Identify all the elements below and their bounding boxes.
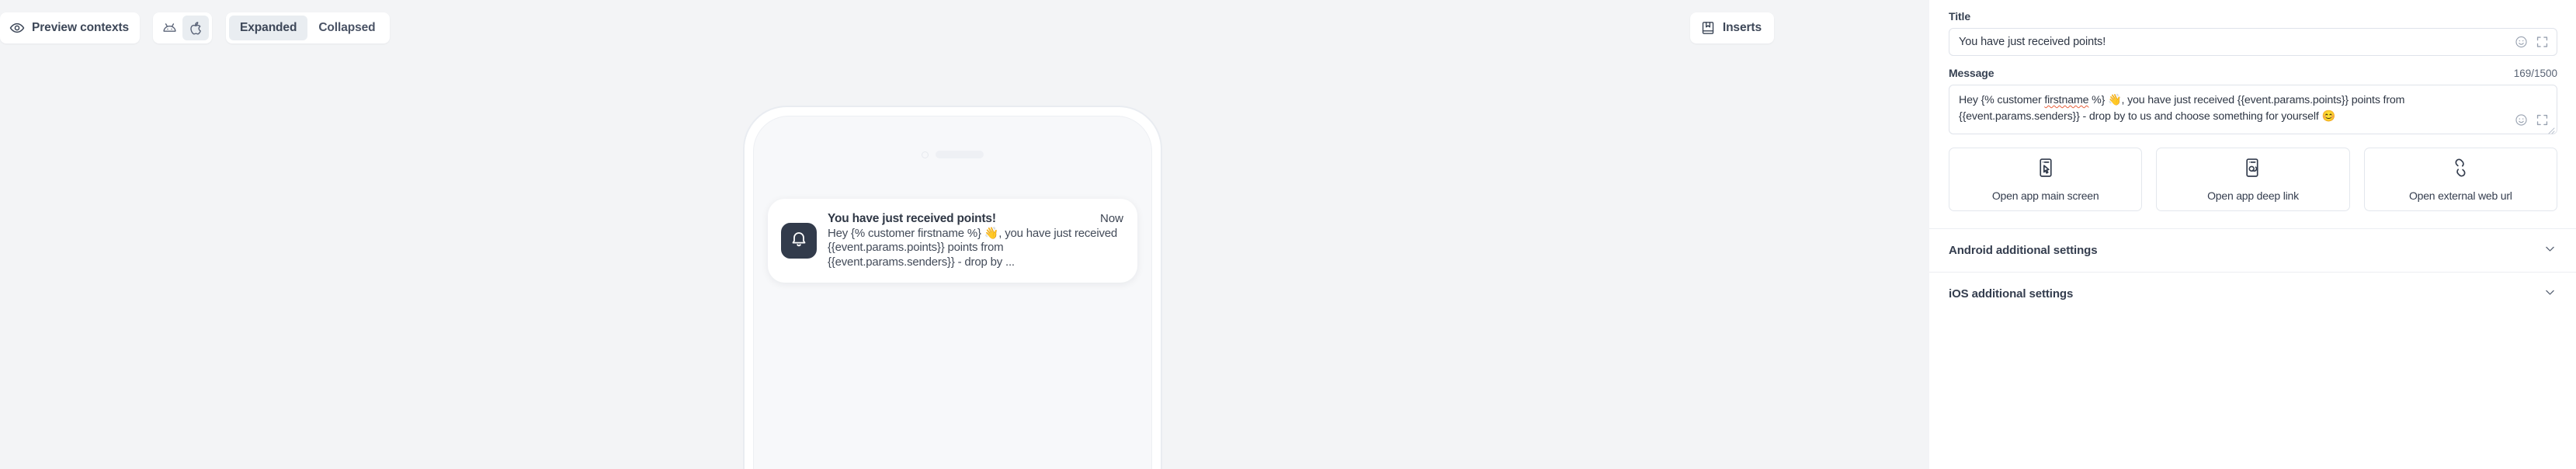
action-card-label: Open external web url bbox=[2408, 189, 2512, 202]
inserts-label: Inserts bbox=[1722, 21, 1762, 34]
camera-dot bbox=[922, 151, 929, 158]
notification-message: Hey {% customer firstname %} 👋, you have… bbox=[828, 227, 1118, 269]
phone-screen: You have just received points! Now Hey {… bbox=[753, 116, 1152, 469]
phone-link-icon bbox=[2242, 157, 2264, 182]
accordion-label: Android additional settings bbox=[1949, 244, 2098, 257]
expand-icon[interactable] bbox=[2536, 36, 2549, 49]
misspelled-word: firstname bbox=[2044, 94, 2089, 106]
additional-settings-accordion: Android additional settings iOS addition… bbox=[1929, 228, 2576, 315]
accordion-android-additional-settings[interactable]: Android additional settings bbox=[1929, 228, 2576, 272]
chain-link-icon bbox=[2449, 157, 2471, 182]
android-icon bbox=[161, 20, 178, 36]
app-icon bbox=[781, 223, 817, 259]
title-input[interactable]: You have just received points! bbox=[1949, 29, 2557, 55]
earpiece-bar bbox=[936, 151, 984, 158]
action-card-label: Open app deep link bbox=[2207, 189, 2299, 202]
inserts-button[interactable]: Inserts bbox=[1689, 12, 1774, 43]
textarea-resize-handle[interactable] bbox=[2547, 124, 2555, 134]
message-character-counter: 169/1500 bbox=[2513, 68, 2557, 79]
notification-header: You have just received points! Now bbox=[828, 212, 1123, 226]
phone-cursor-icon bbox=[2035, 157, 2057, 182]
platform-toggle-android[interactable] bbox=[156, 16, 182, 40]
phone-speaker-grille bbox=[922, 151, 984, 158]
message-textarea[interactable]: Hey {% customer firstname %} 👋, you have… bbox=[1949, 85, 2557, 134]
platform-toggle-group bbox=[153, 12, 213, 43]
action-card-open-app-main-screen[interactable]: Open app main screen bbox=[1949, 148, 2143, 211]
book-icon bbox=[1700, 20, 1716, 36]
action-card-label: Open app main screen bbox=[1991, 189, 2099, 202]
title-field-actions bbox=[2515, 36, 2549, 49]
tab-collapsed[interactable]: Collapsed bbox=[307, 16, 386, 40]
message-textarea-wrapper: Hey {% customer firstname %} 👋, you have… bbox=[1949, 85, 2557, 134]
platform-toggle-apple[interactable] bbox=[182, 16, 210, 40]
tab-expanded-label: Expanded bbox=[240, 21, 297, 34]
notification-timestamp: Now bbox=[1099, 212, 1123, 225]
title-field-label: Title bbox=[1949, 10, 1971, 23]
preview-pane: Preview contexts Expanded Collapsed Inse… bbox=[0, 0, 1929, 469]
action-card-open-external-web-url[interactable]: Open external web url bbox=[2363, 148, 2557, 211]
settings-panel: Title You have just received points! Mes… bbox=[1929, 0, 2576, 469]
emoji-icon[interactable] bbox=[2515, 36, 2528, 49]
preview-contexts-label: Preview contexts bbox=[32, 21, 130, 34]
action-cards-group: Open app main screen Open app deep link bbox=[1949, 148, 2557, 211]
tab-collapsed-label: Collapsed bbox=[318, 21, 376, 34]
action-card-open-app-deep-link[interactable]: Open app deep link bbox=[2156, 148, 2350, 211]
tab-expanded[interactable]: Expanded bbox=[229, 16, 308, 40]
notification-preview-card[interactable]: You have just received points! Now Hey {… bbox=[768, 199, 1137, 283]
message-field-actions bbox=[2515, 113, 2549, 127]
preview-contexts-button[interactable]: Preview contexts bbox=[0, 12, 141, 43]
settings-content: Title You have just received points! Mes… bbox=[1929, 0, 2576, 211]
eye-icon bbox=[9, 20, 25, 36]
message-field-label: Message bbox=[1949, 67, 1994, 79]
push-notification-editor: Preview contexts Expanded Collapsed Inse… bbox=[0, 0, 2576, 469]
preview-toolbar: Preview contexts Expanded Collapsed bbox=[0, 12, 1929, 43]
bell-icon bbox=[790, 230, 808, 252]
notification-body: You have just received points! Now Hey {… bbox=[828, 212, 1123, 269]
chevron-down-icon bbox=[2543, 286, 2557, 303]
view-mode-toggle-group: Expanded Collapsed bbox=[226, 12, 390, 43]
apple-icon bbox=[188, 20, 204, 36]
accordion-label: iOS additional settings bbox=[1949, 287, 2074, 301]
phone-preview-frame: You have just received points! Now Hey {… bbox=[743, 106, 1162, 469]
emoji-icon[interactable] bbox=[2515, 113, 2528, 127]
chevron-down-icon bbox=[2543, 242, 2557, 259]
accordion-ios-additional-settings[interactable]: iOS additional settings bbox=[1929, 272, 2576, 315]
title-input-wrapper: You have just received points! bbox=[1949, 28, 2557, 56]
message-text-before: Hey {% customer bbox=[1959, 94, 2045, 106]
notification-title: You have just received points! bbox=[828, 212, 996, 225]
message-label-row: Message 169/1500 bbox=[1949, 67, 2557, 79]
